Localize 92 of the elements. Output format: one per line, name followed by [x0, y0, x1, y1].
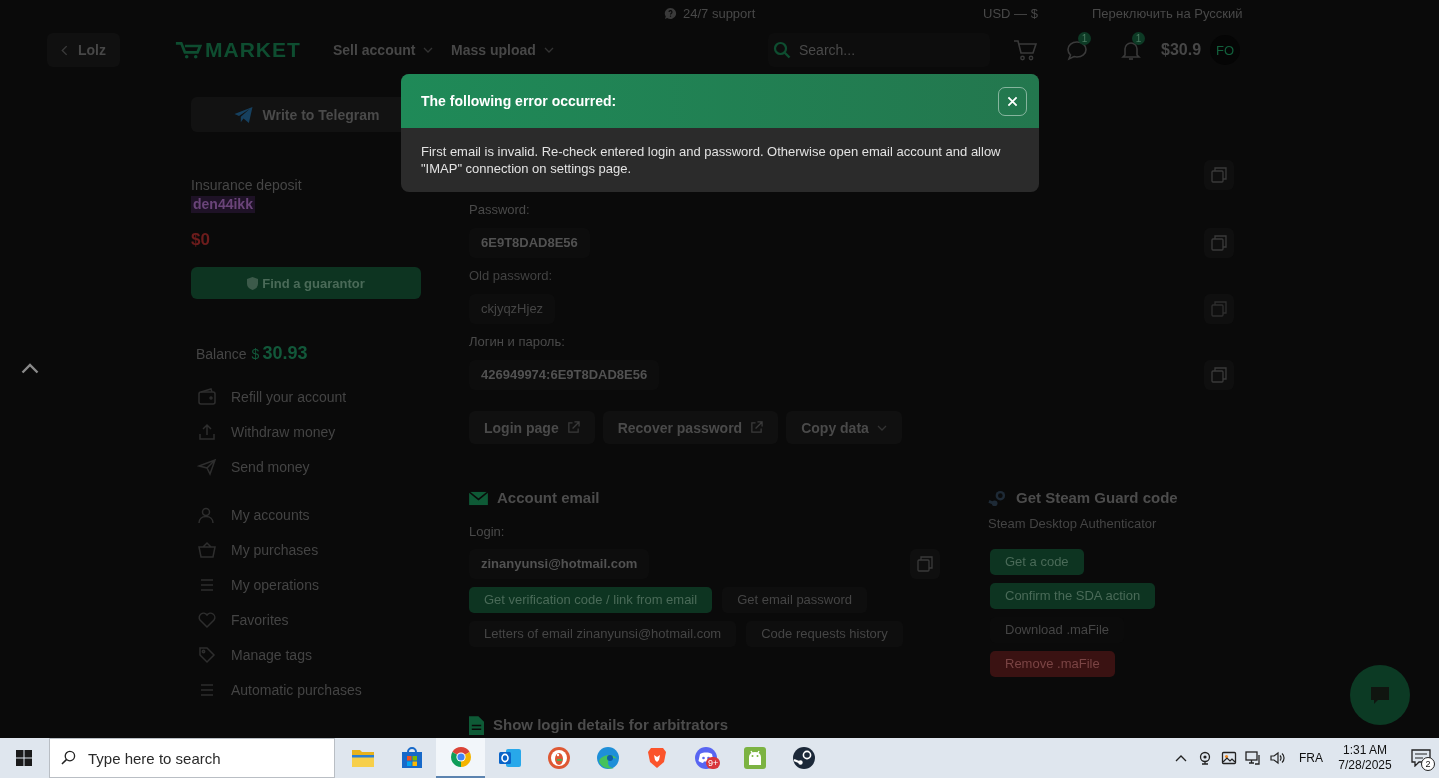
heart-icon — [197, 609, 217, 630]
language-link[interactable]: Переключить на Русский — [1092, 5, 1439, 21]
taskbar-app-button[interactable]: 9+ — [681, 738, 730, 778]
balance-label: Balance — [196, 345, 247, 363]
clock-date[interactable]: 7/28/2025 — [1338, 758, 1392, 773]
copy-icon — [1211, 367, 1227, 383]
sidebar-menu-item[interactable]: Send money — [191, 449, 421, 484]
dialog-title: The following error occurred: — [421, 93, 617, 109]
dialog-message: First email is invalid. Re-check entered login and password. Otherwise open email account and allow "IMAP" connection on settings page. — [420, 143, 1002, 178]
market-logo[interactable]: MARKET — [175, 38, 333, 62]
currency-selector[interactable]: USD — $ — [983, 5, 1092, 21]
chevron-left-icon — [61, 44, 68, 56]
input-language[interactable]: FRA — [1299, 751, 1323, 765]
field-label: Login: — [469, 523, 505, 541]
email-action-button[interactable]: Get verification code / link from email — [469, 587, 713, 613]
clock-time[interactable]: 1:31 AM — [1343, 743, 1387, 758]
disc-logo-icon — [791, 746, 816, 770]
chevron-up-icon[interactable] — [1175, 754, 1187, 762]
camera-icon[interactable] — [1197, 750, 1213, 766]
copy-icon — [1211, 235, 1227, 251]
section-title[interactable]: Show login details for arbitrators — [493, 716, 729, 734]
speech-bubble-icon — [1369, 684, 1391, 706]
field-label: Old password: — [469, 267, 553, 285]
sidebar-menu-item[interactable]: Favorites — [191, 602, 421, 637]
taskbar-search-field[interactable]: Type here to search — [49, 738, 335, 778]
external-link-icon — [566, 421, 580, 434]
steam-action-button[interactable]: Confirm the SDA action — [990, 583, 1156, 609]
field-label: Password: — [469, 201, 530, 219]
user-avatar[interactable]: FO — [1210, 35, 1240, 65]
notification-count-badge: 1 — [1132, 32, 1145, 45]
shield-icon — [247, 276, 259, 290]
search-icon — [61, 750, 76, 765]
guarantor-button[interactable]: Find a guarantor — [191, 267, 421, 299]
search-icon — [773, 41, 791, 59]
shopping-bag-icon — [399, 746, 424, 770]
steam-action-button[interactable]: Remove .maFile — [990, 651, 1115, 677]
sidebar-menu-item[interactable]: Refill your account — [191, 379, 421, 414]
support-link[interactable]: 24/7 support — [683, 5, 756, 21]
caret-icon — [423, 47, 434, 53]
cart-logo-icon — [175, 40, 202, 60]
scroll-up-chevron-icon[interactable] — [21, 363, 39, 374]
piston-logo-icon — [988, 488, 1007, 508]
balance-amount[interactable]: $30.9 — [1161, 41, 1210, 59]
copy-icon — [917, 556, 933, 572]
sidebar-menu-item[interactable]: Manage tags — [191, 637, 421, 672]
field-label: Логин и пароль: — [469, 333, 565, 351]
deposit-amount: $0 — [191, 229, 210, 251]
sidebar-menu-item[interactable]: Withdraw money — [191, 414, 421, 449]
robot-icon — [742, 746, 767, 770]
copy-icon — [1211, 167, 1227, 183]
steam-action-button[interactable]: Get a code — [990, 549, 1084, 575]
paper-plane-icon — [197, 456, 217, 477]
section-title: Account email — [497, 489, 600, 507]
message-count-badge: 1 — [1078, 32, 1091, 45]
caret-icon — [876, 424, 887, 431]
sidebar-menu-item[interactable]: My accounts — [191, 497, 421, 532]
network-icon[interactable] — [1245, 750, 1261, 766]
help-bubble-icon — [664, 6, 677, 20]
close-button[interactable] — [998, 86, 1027, 116]
sidebar-menu-item[interactable]: My operations — [191, 567, 421, 602]
wallet-icon — [197, 386, 217, 407]
basket-icon — [197, 539, 217, 560]
copy-icon — [1211, 301, 1227, 317]
notification-count-badge: 2 — [1421, 757, 1435, 771]
caret-icon — [543, 47, 554, 53]
document-icon — [469, 715, 484, 735]
close-icon — [1007, 95, 1018, 107]
section-subtitle: Steam Desktop Authenticator — [988, 515, 1157, 533]
tag-icon — [197, 644, 217, 665]
action-button[interactable]: Login page — [469, 411, 595, 444]
notification-icon[interactable] — [1411, 749, 1431, 767]
ring-logo-icon — [448, 745, 473, 769]
sidebar-menu-item[interactable]: My purchases — [191, 532, 421, 567]
external-link-icon — [750, 421, 764, 434]
username-tag[interactable]: den44ikk — [191, 196, 255, 213]
nav-menu-button[interactable]: Mass upload — [451, 42, 554, 58]
mail-app-icon — [497, 746, 522, 770]
windows-logo-icon — [16, 750, 32, 766]
sidebar-menu-item[interactable]: Automatic purchases — [191, 672, 421, 707]
wave-logo-icon — [595, 746, 620, 770]
duck-icon — [546, 746, 571, 770]
balance-total: $ 30.93 — [251, 342, 308, 365]
action-button[interactable]: Recover password — [602, 411, 779, 444]
image-icon[interactable] — [1221, 750, 1237, 766]
nav-menu-button[interactable]: Sell account — [333, 42, 434, 58]
action-button[interactable]: Copy data — [786, 411, 902, 444]
app-badge: 9+ — [706, 757, 721, 769]
upload-tray-icon — [197, 421, 217, 442]
speaker-icon[interactable] — [1269, 750, 1285, 766]
section-title: Get Steam Guard code — [1016, 489, 1178, 507]
envelope-icon — [469, 490, 488, 506]
insurance-label: Insurance deposit — [191, 176, 302, 194]
